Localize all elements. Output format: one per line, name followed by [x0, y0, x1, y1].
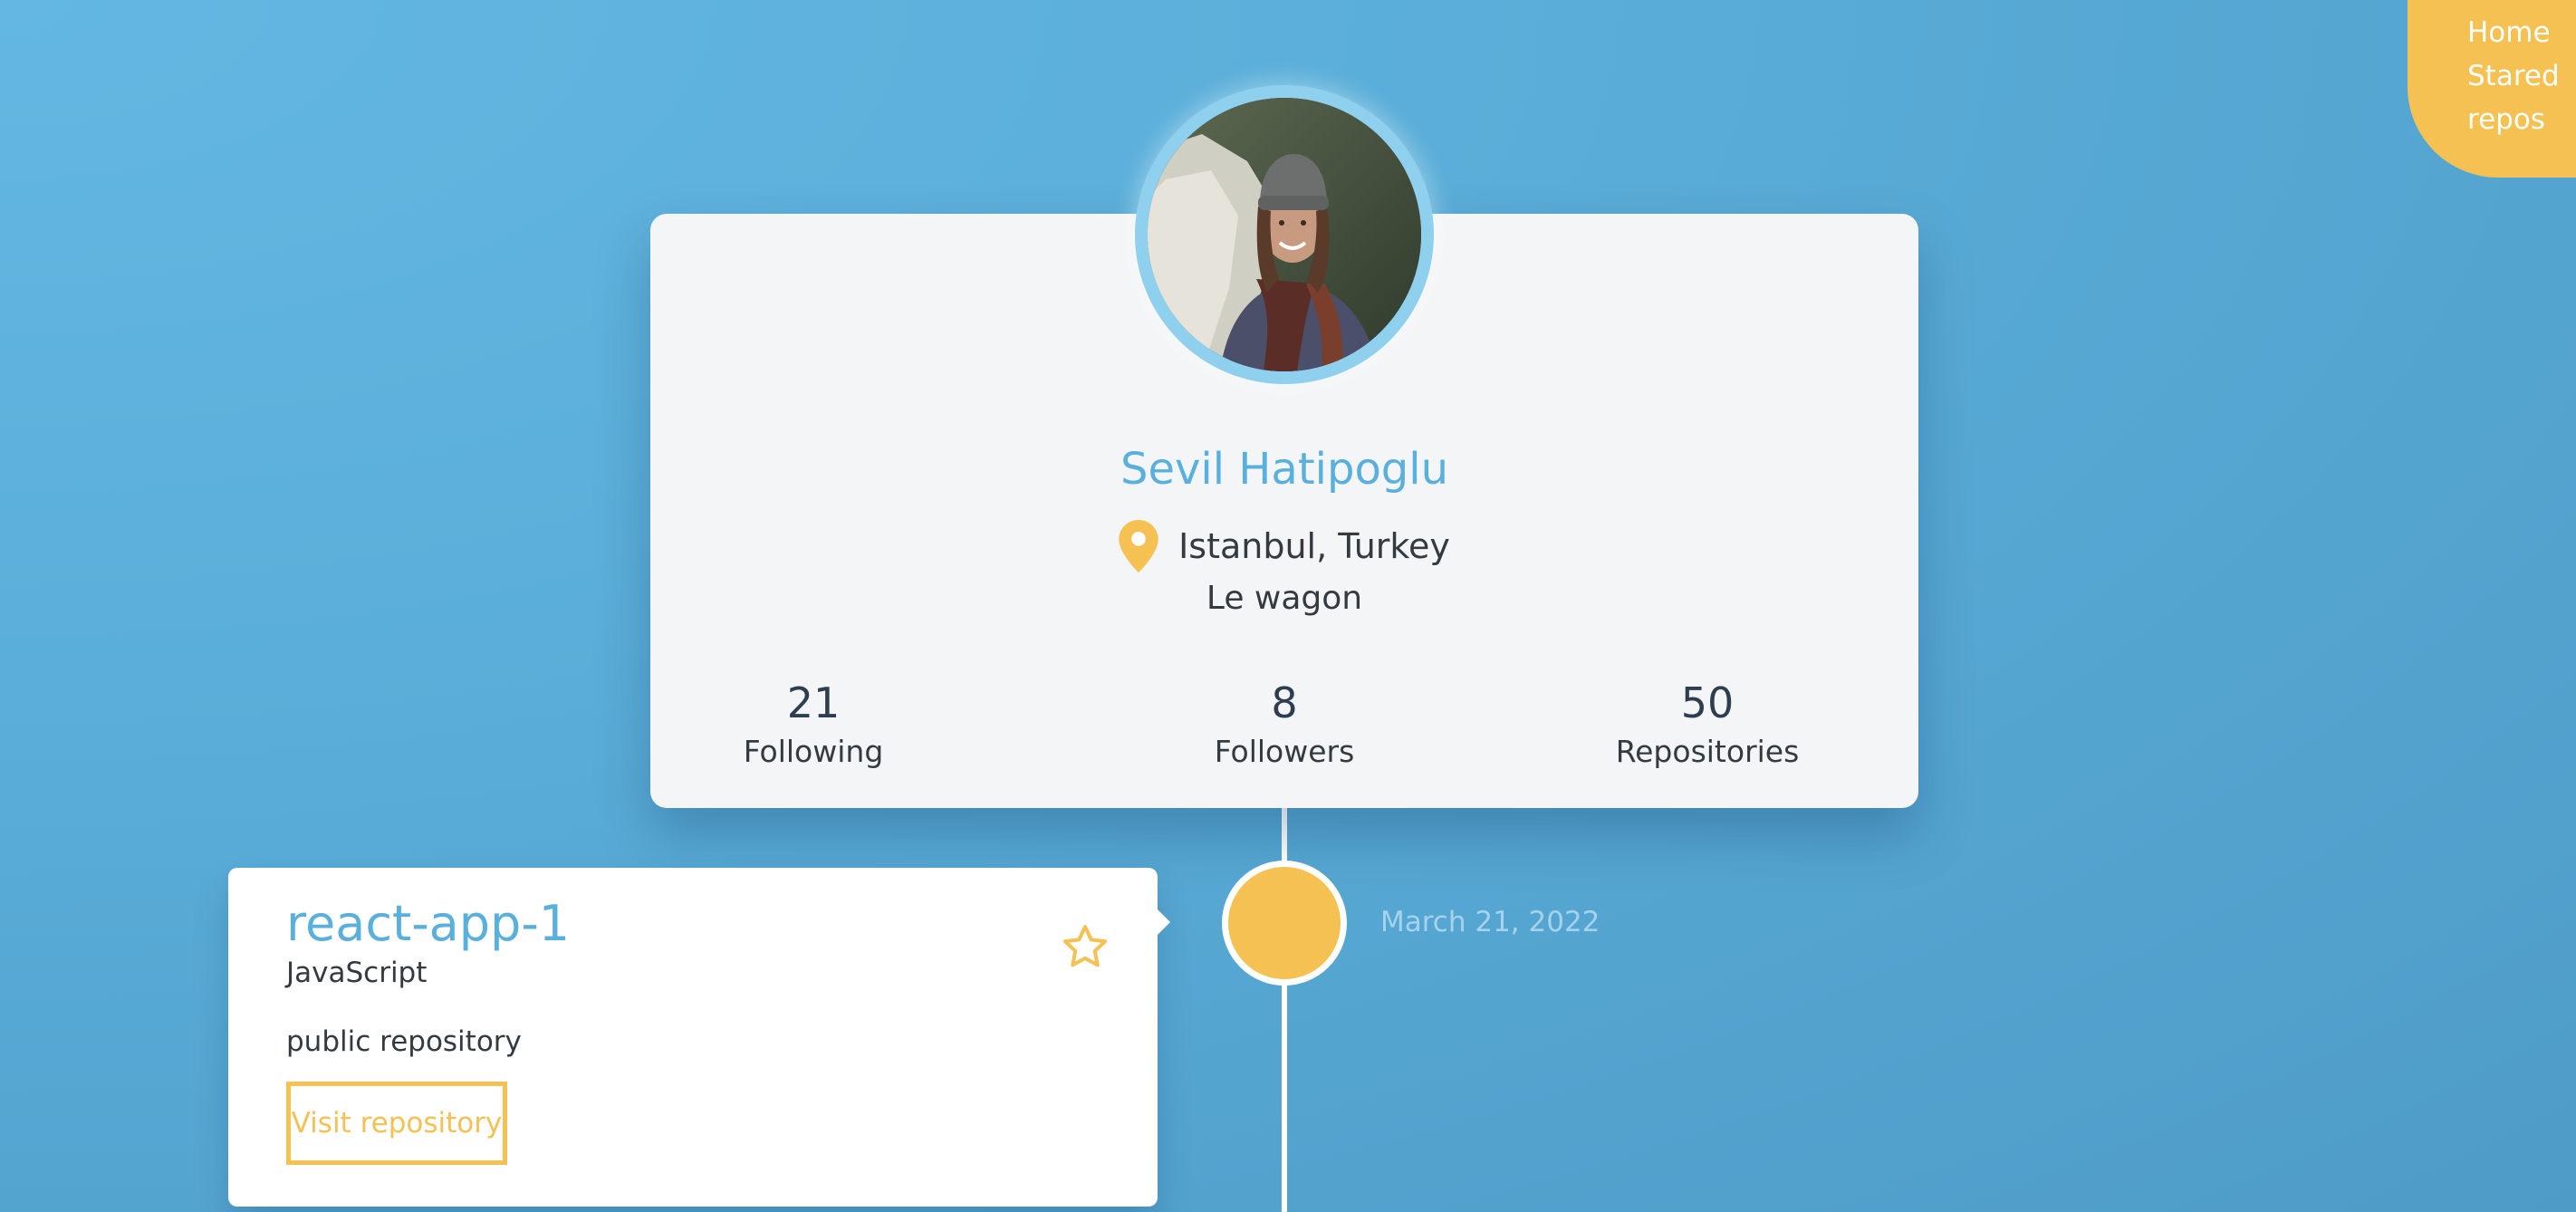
repo-name[interactable]: react-app-1 [286, 895, 570, 952]
location-row: Istanbul, Turkey [650, 520, 1918, 572]
nav-stared-repos-link[interactable]: Stared repos [2467, 54, 2576, 141]
repo-card: react-app-1 JavaScript public repository… [228, 868, 1170, 1207]
avatar-ring [1135, 85, 1434, 384]
map-pin-icon [1119, 520, 1158, 572]
location-text: Istanbul, Turkey [1178, 526, 1450, 566]
following-label: Following [743, 734, 884, 769]
nav-stared-line1: Stared [2467, 60, 2560, 92]
timeline-line [1282, 797, 1287, 1212]
profile-name: Sevil Hatipoglu [1120, 444, 1449, 495]
star-outline-icon[interactable] [1060, 922, 1110, 973]
avatar-photo [1148, 98, 1421, 371]
repo-language: JavaScript [286, 957, 428, 989]
timeline-dot [1222, 861, 1347, 986]
timeline-date: March 21, 2022 [1380, 906, 1600, 938]
avatar [1148, 98, 1421, 371]
nav-home-link[interactable]: Home [2467, 11, 2576, 54]
followers-count: 8 [1271, 678, 1298, 727]
repositories-label: Repositories [1615, 734, 1800, 769]
stat-repositories[interactable]: 50 Repositories [1572, 678, 1843, 769]
repositories-count: 50 [1680, 678, 1735, 727]
visit-repository-button[interactable]: Visit repository [286, 1082, 507, 1165]
repo-visibility: public repository [286, 1025, 522, 1058]
following-count: 21 [786, 678, 841, 727]
company-text: Le wagon [1206, 580, 1363, 617]
stat-following[interactable]: 21 Following [678, 678, 949, 769]
followers-label: Followers [1214, 734, 1355, 769]
top-nav: Home Stared repos [2408, 0, 2576, 178]
nav-stared-line2: repos [2467, 103, 2545, 136]
stat-followers[interactable]: 8 Followers [1149, 678, 1420, 769]
